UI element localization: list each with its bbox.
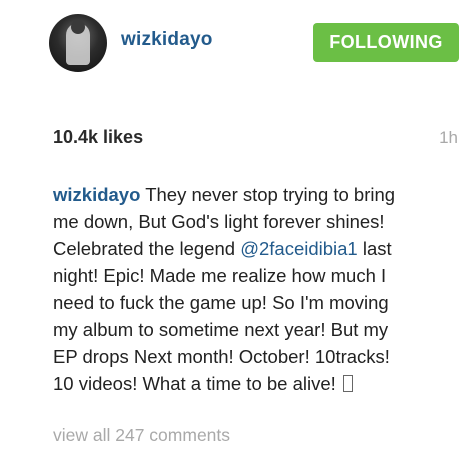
avatar[interactable] [49,14,107,72]
mention-link[interactable]: @2faceidibia1 [240,238,358,259]
post-caption: wizkidayo They never stop trying to brin… [53,181,413,397]
caption-username-link[interactable]: wizkidayo [53,184,140,205]
post-time: 1h [439,128,458,147]
caption-text: last night! Epic! Made me realize how mu… [53,238,392,394]
likes-row: 10.4k likes 1h [0,124,472,150]
likes-count[interactable]: 10.4k likes [53,127,143,148]
avatar-head [71,20,85,34]
missing-character-icon [342,375,353,392]
view-all-comments-link[interactable]: view all 247 comments [53,425,230,446]
post-header: wizkidayo FOLLOWING [0,0,472,84]
username-link[interactable]: wizkidayo [121,29,213,51]
following-button[interactable]: FOLLOWING [313,23,459,62]
